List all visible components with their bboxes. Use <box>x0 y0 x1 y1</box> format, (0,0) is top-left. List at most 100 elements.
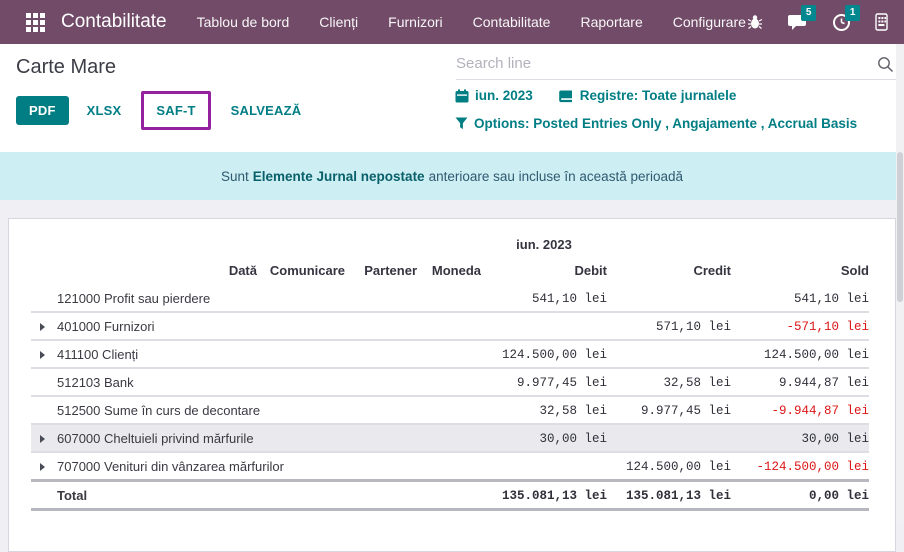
journals-filter-label: Registre: Toate jurnalele <box>580 88 737 103</box>
credit-cell <box>607 340 731 368</box>
options-filter-label: Options: Posted Entries Only , Angajamen… <box>474 116 857 131</box>
journals-filter[interactable]: Registre: Toate jurnalele <box>559 88 737 103</box>
options-filter[interactable]: Options: Posted Entries Only , Angajamen… <box>455 116 857 131</box>
expand-caret-icon[interactable] <box>40 323 45 331</box>
debit-cell: 541,10 lei <box>481 285 607 312</box>
debit-cell: 9.977,45 lei <box>481 368 607 396</box>
filter-funnel-icon <box>455 117 468 130</box>
sold-cell: 124.500,00 lei <box>731 340 869 368</box>
caret-cell <box>31 396 57 424</box>
sold-cell: -9.944,87 lei <box>731 396 869 424</box>
menu-item-raportare[interactable]: Raportare <box>580 14 642 30</box>
device-glyph <box>875 13 888 31</box>
account-name-cell[interactable]: 512103 Bank <box>57 368 481 396</box>
account-name-cell[interactable]: 401000 Furnizori <box>57 312 481 340</box>
period-filter-label: iun. 2023 <box>475 88 533 103</box>
table-row: 512500 Sume în curs de decontare32,58 le… <box>31 396 869 424</box>
total-credit: 135.081,13 lei <box>607 481 731 510</box>
vertical-scrollbar-track[interactable] <box>896 44 904 522</box>
report-card: iun. 2023 Dată Comunicare Partener Moned… <box>8 218 896 552</box>
menu-item-clienți[interactable]: Clienți <box>319 14 358 30</box>
apps-menu-icon[interactable] <box>26 13 45 32</box>
menu-item-contabilitate[interactable]: Contabilitate <box>473 14 551 30</box>
caret-cell[interactable] <box>31 340 57 368</box>
account-name-cell[interactable]: 121000 Profit sau pierdere <box>57 285 481 312</box>
content-area: iun. 2023 Dată Comunicare Partener Moned… <box>0 200 904 522</box>
menu-item-furnizori[interactable]: Furnizori <box>388 14 442 30</box>
mobile-device-icon[interactable] <box>875 13 888 31</box>
debug-bug-icon[interactable] <box>746 13 764 31</box>
period-header: iun. 2023 <box>481 235 607 261</box>
col-header-debit: Debit <box>481 261 607 285</box>
col-header-partener: Partener <box>345 261 417 285</box>
debit-cell: 32,58 lei <box>481 396 607 424</box>
activities-count-badge: 1 <box>845 5 861 21</box>
credit-cell: 124.500,00 lei <box>607 452 731 481</box>
account-name-cell[interactable]: 707000 Venituri din vânzarea mărfurilor <box>57 452 481 481</box>
col-header-data: Dată <box>197 261 257 285</box>
sold-cell: 9.944,87 lei <box>731 368 869 396</box>
table-row: 401000 Furnizori 571,10 lei-571,10 lei <box>31 312 869 340</box>
sold-cell: -124.500,00 lei <box>731 452 869 481</box>
saft-button[interactable]: SAF-T <box>154 96 197 125</box>
xlsx-button[interactable]: XLSX <box>85 96 124 125</box>
general-ledger-table: iun. 2023 Dată Comunicare Partener Moned… <box>31 235 869 511</box>
sold-cell: -571,10 lei <box>731 312 869 340</box>
report-filters: iun. 2023 Registre: Toate jurnalele Opti… <box>455 88 857 144</box>
col-header-comunicare: Comunicare <box>257 261 345 285</box>
table-row: 121000 Profit sau pierdere541,10 lei541,… <box>31 285 869 312</box>
col-header-moneda: Moneda <box>417 261 481 285</box>
credit-cell <box>607 424 731 452</box>
caret-cell[interactable] <box>31 424 57 452</box>
total-sold: 0,00 lei <box>731 481 869 510</box>
total-debit: 135.081,13 lei <box>481 481 607 510</box>
unposted-entries-link[interactable]: Elemente Jurnal nepostate <box>253 169 425 184</box>
menu-item-configurare[interactable]: Configurare <box>673 14 746 30</box>
search-input[interactable] <box>456 50 896 80</box>
sold-cell: 541,10 lei <box>731 285 869 312</box>
table-row: 512103 Bank9.977,45 lei32,58 lei9.944,87… <box>31 368 869 396</box>
menu-item-tablou-de-bord[interactable]: Tablou de bord <box>197 14 290 30</box>
banner-text-suffix: anterioare sau incluse în această perioa… <box>429 169 683 184</box>
sold-cell: 30,00 lei <box>731 424 869 452</box>
total-label: Total <box>57 481 481 510</box>
unposted-entries-banner: Sunt Elemente Jurnal nepostate anterioar… <box>0 152 904 200</box>
period-filter[interactable]: iun. 2023 <box>455 88 533 103</box>
expand-caret-icon[interactable] <box>40 435 45 443</box>
top-navbar: Contabilitate Tablou de bord Clienți Furni… <box>0 0 904 44</box>
caret-cell[interactable] <box>31 312 57 340</box>
messages-count-badge: 5 <box>801 5 817 21</box>
systray: 5 1 <box>746 9 904 36</box>
credit-cell: 571,10 lei <box>607 312 731 340</box>
account-name-cell[interactable]: 607000 Cheltuieli privind mărfurile <box>57 424 481 452</box>
credit-cell: 32,58 lei <box>607 368 731 396</box>
pdf-button[interactable]: PDF <box>16 96 69 125</box>
caret-cell[interactable] <box>31 452 57 481</box>
expand-caret-icon[interactable] <box>40 463 45 471</box>
debit-cell <box>481 452 607 481</box>
caret-cell <box>31 285 57 312</box>
activities-clock-icon[interactable]: 1 <box>832 13 851 32</box>
main-menu: Tablou de bord Clienți Furnizori Contabilit… <box>197 14 746 30</box>
expand-caret-icon[interactable] <box>40 351 45 359</box>
messages-icon[interactable]: 5 <box>788 13 808 31</box>
column-header-row: Dată Comunicare Partener Moneda Debit Cr… <box>31 261 869 285</box>
credit-cell <box>607 285 731 312</box>
debit-cell: 30,00 lei <box>481 424 607 452</box>
banner-text-prefix: Sunt <box>221 169 249 184</box>
annotation-highlight-box: SAF-T <box>141 91 210 130</box>
search-icon[interactable] <box>877 56 894 73</box>
book-icon <box>559 89 574 103</box>
save-button[interactable]: SALVEAZĂ <box>229 96 304 125</box>
app-brand[interactable]: Contabilitate <box>61 11 167 33</box>
control-panel: Carte Mare PDF XLSX SAF-T SALVEAZĂ <box>0 44 904 152</box>
vertical-scrollbar-thumb[interactable] <box>897 152 903 302</box>
bug-glyph <box>746 13 764 31</box>
col-header-credit: Credit <box>607 261 731 285</box>
debit-cell: 124.500,00 lei <box>481 340 607 368</box>
calendar-icon <box>455 89 469 103</box>
account-name-cell[interactable]: 411100 Clienți <box>57 340 481 368</box>
account-name-cell[interactable]: 512500 Sume în curs de decontare <box>57 396 481 424</box>
table-row: 707000 Venituri din vânzarea mărfurilor 1… <box>31 452 869 481</box>
table-row: 607000 Cheltuieli privind mărfurile30,00… <box>31 424 869 452</box>
